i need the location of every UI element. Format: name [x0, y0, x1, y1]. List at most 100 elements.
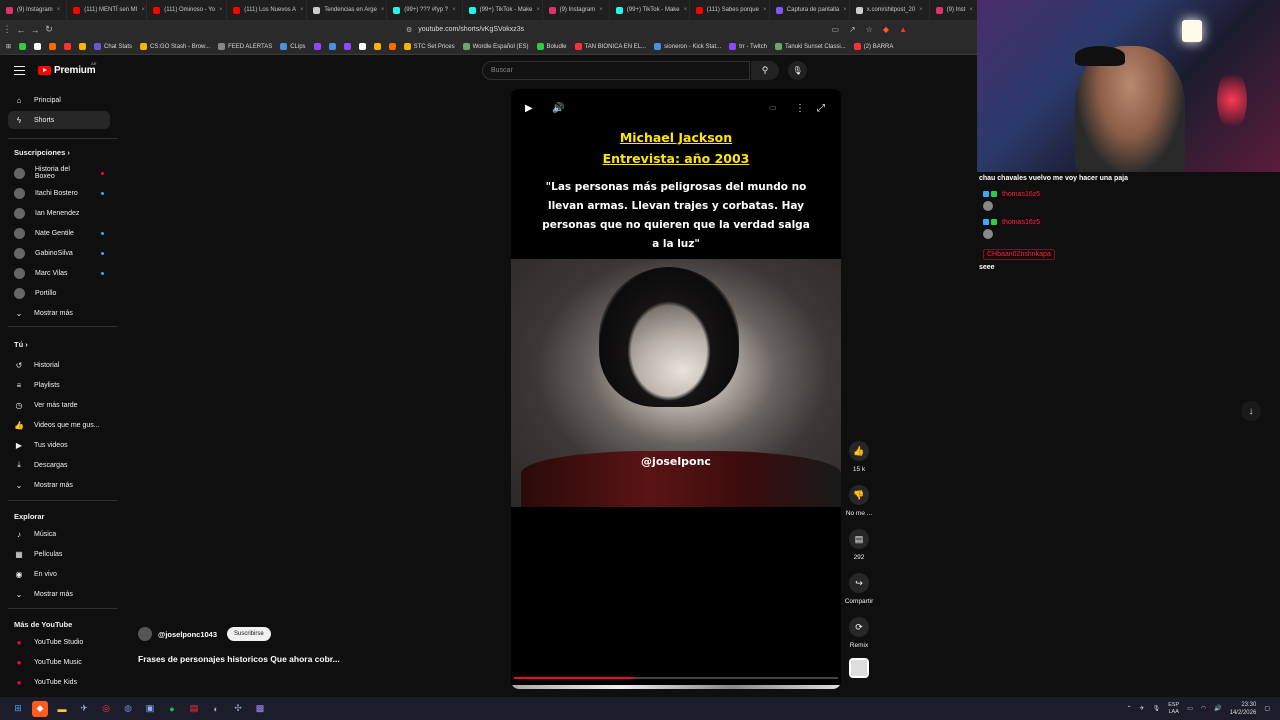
browser-tab[interactable]: (9) Instagram × — [0, 0, 68, 20]
sidebar-item[interactable]: ● YouTube Kids — [8, 673, 110, 691]
bookmark-item[interactable]: Wordle Español (ES) — [462, 43, 529, 50]
discord-icon[interactable]: ◍ — [120, 701, 136, 717]
extensions-icon[interactable]: ⋮ — [0, 24, 14, 35]
bookmark-item[interactable] — [373, 43, 381, 50]
sidebar-item[interactable]: ϟ Shorts — [8, 111, 110, 129]
site-info-icon[interactable]: ⚙ — [406, 26, 412, 34]
recording-app-icon[interactable]: ◎ — [98, 701, 114, 717]
sidebar-item[interactable]: ▦ Películas — [8, 545, 110, 563]
bookmark-item[interactable]: (2) BARRA — [853, 43, 893, 50]
bookmark-item[interactable] — [49, 43, 57, 50]
windows-start-icon[interactable]: ⊞ — [10, 701, 26, 717]
browser-tab[interactable]: (99+) TikTok - Make × — [463, 0, 543, 20]
system-clock[interactable]: 23:30 14/2/2026 — [1230, 701, 1257, 717]
sidebar-item[interactable]: ● YouTube Studio — [8, 633, 110, 651]
tab-close-icon[interactable]: × — [599, 7, 603, 13]
spotify-icon[interactable]: ● — [164, 701, 180, 717]
search-button[interactable]: ⚲ — [751, 61, 779, 80]
volume-tray-icon[interactable]: 🔊 — [1214, 705, 1221, 712]
sidebar-item[interactable]: Historia del Boxeo — [8, 164, 110, 182]
obs-icon[interactable]: ▩ — [252, 701, 268, 717]
forward-icon[interactable]: → — [28, 25, 42, 35]
dislike-action[interactable]: 👎 No me ... — [844, 485, 874, 517]
browser-tab[interactable]: x.com/shitpost_20 × — [850, 0, 930, 20]
tab-close-icon[interactable]: × — [381, 7, 385, 13]
sidebar-item[interactable]: ≡ Playlists — [8, 376, 110, 394]
language-indicator[interactable]: ESP LAA — [1168, 702, 1179, 716]
browser-tab[interactable]: (9) Inst × — [930, 0, 977, 20]
more-options-icon[interactable]: ⋮ — [795, 103, 805, 114]
bookmark-item[interactable] — [358, 43, 366, 50]
bookmark-item[interactable]: Boludle — [536, 43, 567, 50]
progress-bar[interactable] — [514, 677, 838, 679]
sidebar-item[interactable]: ◉ En vivo — [8, 565, 110, 583]
browser-tab[interactable]: (99+) TikTok - Make × — [610, 0, 690, 20]
bookmark-item[interactable]: sioneron - Kick Stat... — [654, 43, 721, 50]
bookmark-item[interactable]: TAN BIONICA EN EL... — [574, 43, 646, 50]
sidebar-item[interactable]: 👍 Videos que me gus... — [8, 416, 110, 434]
channel-avatar[interactable] — [138, 627, 152, 641]
bookmark-item[interactable] — [19, 43, 27, 50]
tab-close-icon[interactable]: × — [57, 7, 61, 13]
sidebar-item[interactable]: Nate Gentile — [8, 224, 110, 242]
browser-tab[interactable]: (111) Ominoso - Yo × — [147, 0, 228, 20]
browser-tab[interactable]: (99+) ??? #fyp ? × — [387, 0, 463, 20]
sidebar-item[interactable]: ⌄ Mostrar más — [8, 585, 110, 603]
browser-tab[interactable]: (111) Los Nuevos A × — [227, 0, 308, 20]
tab-close-icon[interactable]: × — [919, 7, 923, 13]
comment-icon[interactable]: ▤ — [849, 529, 869, 549]
tab-close-icon[interactable]: × — [969, 7, 973, 13]
tab-close-icon[interactable]: × — [219, 7, 223, 13]
bookmark-item[interactable] — [79, 43, 87, 50]
bookmark-item[interactable]: FEED ALERTAS — [218, 43, 272, 50]
volume-icon[interactable]: 🔊 — [552, 103, 564, 114]
remix-icon[interactable]: ⟳ — [849, 617, 869, 637]
channel-handle[interactable]: @joselponc1043 — [158, 630, 217, 639]
steam-icon[interactable]: ✈ — [76, 701, 92, 717]
sidebar-section-title[interactable]: Más de YouTube — [14, 620, 72, 629]
notifications-icon[interactable]: ▢ — [1264, 705, 1270, 712]
tray-app-icon[interactable]: ✈ — [1140, 705, 1145, 712]
sidebar-section-title[interactable]: Tú › — [14, 340, 28, 349]
bookmark-item[interactable] — [64, 43, 72, 50]
next-short-preview[interactable] — [511, 685, 841, 689]
play-icon[interactable]: ▶ — [525, 103, 533, 114]
sidebar-item[interactable]: Marc Vilas — [8, 264, 110, 282]
bookmark-star-icon[interactable]: ☆ — [866, 25, 873, 34]
tab-close-icon[interactable]: × — [763, 7, 767, 13]
sidebar-section-title[interactable]: Explorar — [14, 512, 44, 521]
bookmark-item[interactable] — [343, 43, 351, 50]
sidebar-item[interactable]: ↺ Historial — [8, 356, 110, 374]
tab-close-icon[interactable]: × — [452, 7, 456, 13]
next-short-button[interactable]: ↓ — [1241, 401, 1261, 421]
apps-icon[interactable]: ⊞ — [6, 43, 11, 50]
url-field[interactable]: ⚙ youtube.com/shorts/vKgSVokxz3s — [406, 26, 524, 34]
sidebar-item[interactable]: ⌂ Principal — [8, 91, 110, 109]
menu-icon[interactable] — [14, 66, 25, 75]
network-tool-icon[interactable]: ✣ — [230, 701, 246, 717]
captions-icon[interactable]: ▭ — [769, 103, 777, 112]
sidebar-item[interactable]: Itachi Bostero — [8, 184, 110, 202]
sound-thumbnail[interactable] — [849, 658, 869, 678]
sidebar-item[interactable]: Ian Menendez — [8, 204, 110, 222]
back-icon[interactable]: ← — [14, 25, 28, 35]
bookmark-item[interactable]: CS:GO Stash - Brow... — [140, 43, 210, 50]
comments-action[interactable]: ▤ 292 — [844, 529, 874, 561]
short-video-title[interactable]: Frases de personajes historicos Que ahor… — [138, 654, 340, 664]
wifi-icon[interactable]: ◠ — [1201, 705, 1206, 712]
tab-close-icon[interactable]: × — [536, 7, 540, 13]
tab-close-icon[interactable]: × — [843, 7, 847, 13]
rewards-icon[interactable]: ▲ — [899, 25, 907, 34]
tray-chevron-icon[interactable]: ⌃ — [1127, 705, 1132, 712]
sidebar-item[interactable]: ◷ Ver más tarde — [8, 396, 110, 414]
browser-tab[interactable]: (9) Instagram × — [543, 0, 610, 20]
youtube-logo[interactable]: Premium AR — [38, 61, 97, 76]
monitor-app-icon[interactable]: ▣ — [142, 701, 158, 717]
tab-close-icon[interactable]: × — [141, 7, 145, 13]
bookmark-item[interactable]: Chat Stats — [94, 43, 132, 50]
bookmark-item[interactable] — [388, 43, 396, 50]
reload-icon[interactable]: ↻ — [42, 24, 56, 35]
sidebar-item[interactable]: ▶ Tus videos — [8, 436, 110, 454]
app-icon[interactable]: ◐ — [208, 701, 224, 717]
sidebar-item[interactable]: Portillo — [8, 284, 110, 302]
